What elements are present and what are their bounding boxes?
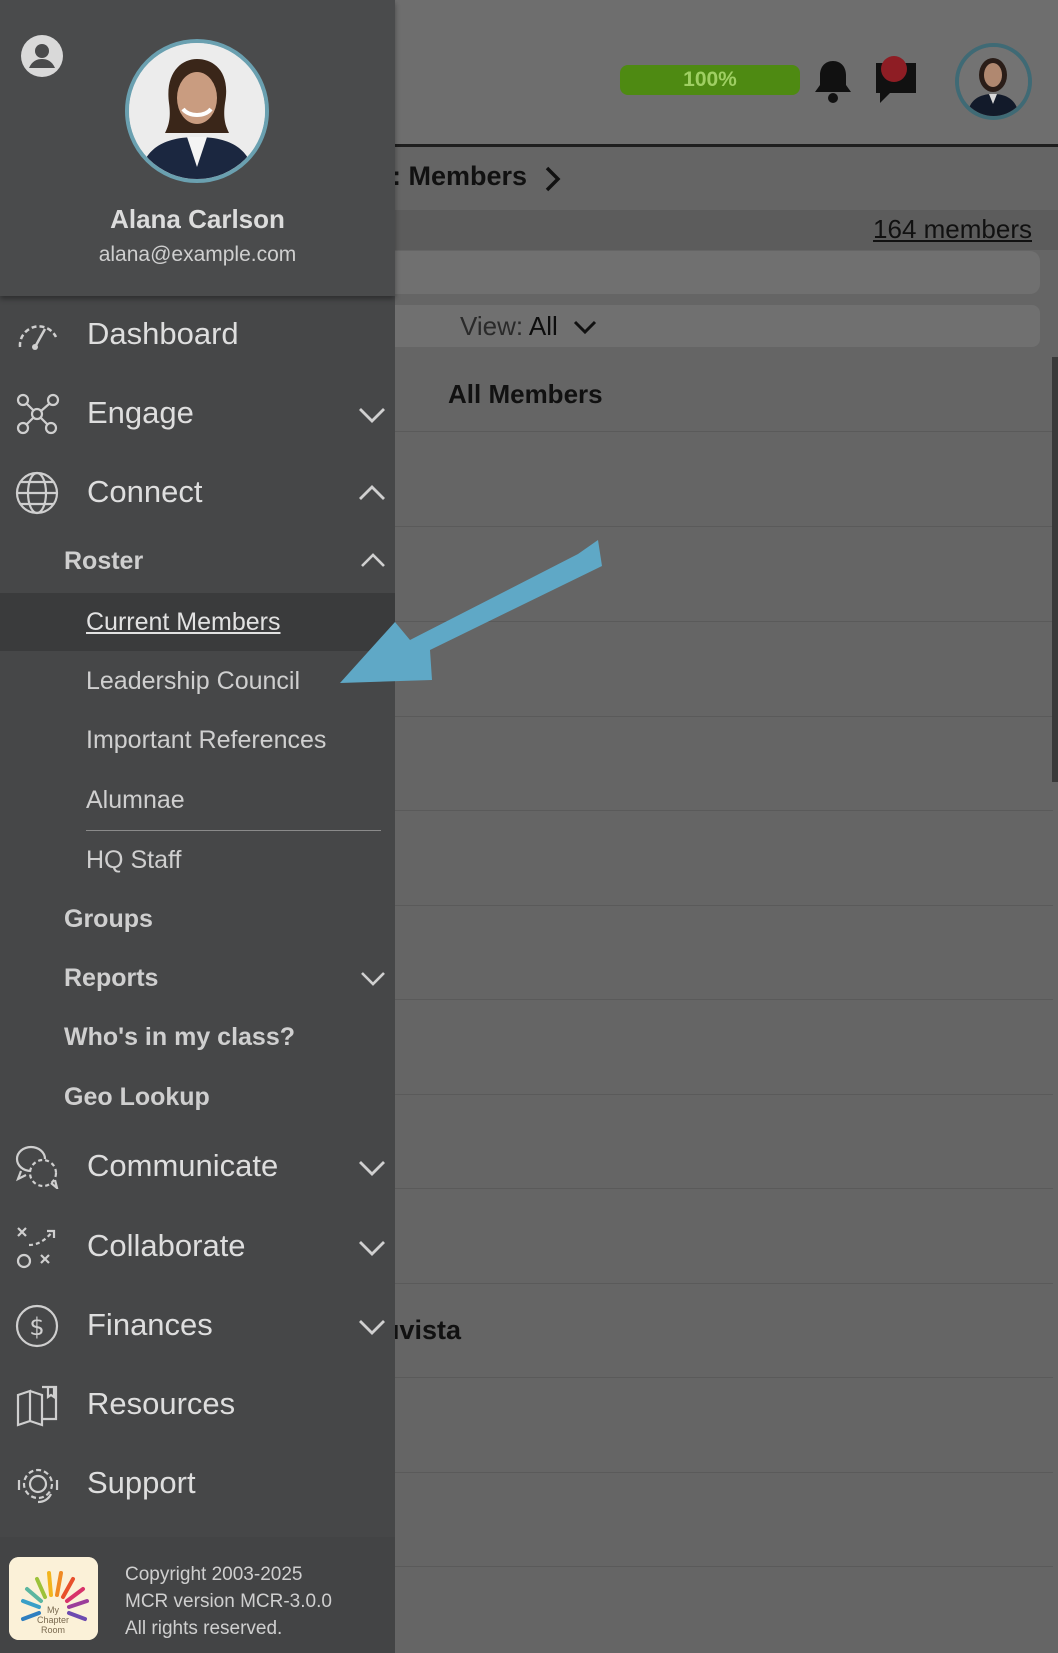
nav-item-engage[interactable]: Engage (0, 378, 395, 450)
profile-avatar[interactable] (125, 39, 269, 183)
subnav-item-roster[interactable]: Roster (0, 534, 395, 590)
roster-label: Leadership Council (86, 667, 301, 695)
person-photo-icon (959, 47, 1028, 116)
view-label: View: All (460, 311, 558, 341)
subnav-item-geo-lookup[interactable]: Geo Lookup (0, 1070, 395, 1126)
header-avatar[interactable] (955, 43, 1032, 120)
nav-label: Communicate (87, 1148, 279, 1183)
svg-text:$: $ (29, 1313, 44, 1341)
chevron-down-icon (361, 972, 385, 986)
footer-text: Copyright 2003-2025 MCR version MCR-3.0.… (125, 1561, 332, 1642)
user-name: Alana Carlson (110, 204, 285, 234)
search-input[interactable] (392, 251, 1040, 294)
chevron-down-icon (359, 1320, 385, 1335)
roster-item-current-members[interactable]: Current Members (0, 593, 395, 651)
subnav-label: Geo Lookup (64, 1083, 210, 1111)
subnav-item-reports[interactable]: Reports (0, 951, 395, 1007)
profile-progress-bar: 100% (620, 65, 800, 95)
svg-text:Room: Room (41, 1625, 65, 1635)
member-count-row: 164 members (392, 210, 1058, 250)
side-drawer: Alana Carlson alana@example.com Dashboar… (0, 0, 395, 1653)
books-icon (16, 1385, 58, 1427)
subnav-label: Who's in my class? (64, 1023, 296, 1051)
globe-icon (15, 471, 59, 515)
table-row[interactable] (392, 1378, 1053, 1473)
table-row[interactable] (392, 905, 1053, 1000)
chevron-down-icon (573, 320, 597, 335)
chevron-right-icon[interactable] (542, 163, 564, 195)
rights-text: All rights reserved. (125, 1618, 283, 1639)
drawer-footer: My Chapter Room Copyright 2003-2025 MCR … (0, 1537, 395, 1653)
table-row[interactable] (392, 1094, 1053, 1189)
roster-label: Current Members (86, 608, 281, 636)
table-row[interactable] (392, 1472, 1053, 1567)
view-selector[interactable]: View: All (392, 305, 1040, 347)
table-row[interactable] (392, 811, 1053, 906)
chat-icon[interactable] (872, 55, 920, 105)
list-title: All Members (448, 379, 603, 409)
scrollbar[interactable] (1052, 357, 1058, 782)
account-circle-icon[interactable] (20, 34, 64, 78)
nav-item-resources[interactable]: Resources (0, 1369, 395, 1441)
nav-label: Connect (87, 474, 203, 509)
roster-label: HQ Staff (86, 846, 182, 874)
list-header: All Members (392, 357, 1053, 432)
subnav-item-groups[interactable]: Groups (0, 892, 395, 948)
subnav-item-whos-in-my-class[interactable]: Who's in my class? (0, 1010, 395, 1066)
table-row[interactable] (392, 432, 1053, 527)
nav-label: Dashboard (87, 316, 239, 351)
nav-item-support[interactable]: Support (0, 1448, 395, 1520)
nav-item-connect[interactable]: Connect (0, 457, 395, 529)
nav-label: Engage (87, 395, 194, 430)
subnav-label: Reports (64, 964, 159, 992)
svg-text:Chapter: Chapter (37, 1615, 69, 1625)
chat-bubbles-icon (15, 1145, 59, 1189)
breadcrumb: : Members (392, 161, 528, 191)
nav-item-finances[interactable]: $ Finances (0, 1290, 395, 1362)
table-row[interactable]: ıvista (392, 1283, 1053, 1378)
row-name-partial: ıvista (392, 1315, 462, 1345)
table-row[interactable] (392, 716, 1053, 811)
drawer-profile-header: Alana Carlson alana@example.com (0, 0, 395, 296)
headset-icon (17, 1468, 59, 1504)
annotation-arrow-icon (340, 540, 602, 683)
member-count-link[interactable]: 164 members (873, 214, 1032, 245)
strategy-play-icon (16, 1227, 56, 1269)
network-icon (16, 393, 60, 435)
nav-label: Support (87, 1465, 196, 1500)
subnav-label: Roster (64, 547, 144, 575)
svg-text:My: My (47, 1605, 59, 1615)
bell-icon[interactable] (812, 58, 854, 104)
nav-item-communicate[interactable]: Communicate (0, 1131, 395, 1203)
nav-item-dashboard[interactable]: Dashboard (0, 299, 395, 371)
nav-label: Collaborate (87, 1228, 246, 1263)
chevron-down-icon (359, 408, 385, 423)
roster-item-leadership-council[interactable]: Leadership Council (0, 652, 395, 710)
view-value: All (528, 311, 558, 341)
my-chapter-room-logo: My Chapter Room (9, 1557, 98, 1640)
nav-label: Resources (87, 1386, 236, 1421)
chevron-down-icon (359, 1241, 385, 1256)
table-row[interactable] (392, 1189, 1053, 1284)
chevron-up-icon (359, 485, 385, 500)
subnav-label: Groups (64, 905, 153, 933)
roster-label: Alumnae (86, 786, 185, 814)
nav-item-collaborate[interactable]: Collaborate (0, 1211, 395, 1283)
speedometer-icon (18, 325, 58, 350)
copyright-text: Copyright 2003-2025 (125, 1564, 303, 1585)
table-row[interactable] (392, 1000, 1053, 1095)
roster-item-hq-staff[interactable]: HQ Staff (0, 831, 395, 889)
dollar-circle-icon: $ (15, 1304, 59, 1348)
user-email: alana@example.com (98, 243, 297, 266)
roster-item-important-references[interactable]: Important References (0, 711, 395, 769)
person-photo-icon (129, 43, 265, 179)
roster-label: Important References (86, 726, 327, 754)
chevron-down-icon (359, 1161, 385, 1176)
nav-label: Finances (87, 1307, 213, 1342)
version-text: MCR version MCR-3.0.0 (125, 1591, 332, 1612)
roster-item-alumnae[interactable]: Alumnae (0, 771, 395, 829)
